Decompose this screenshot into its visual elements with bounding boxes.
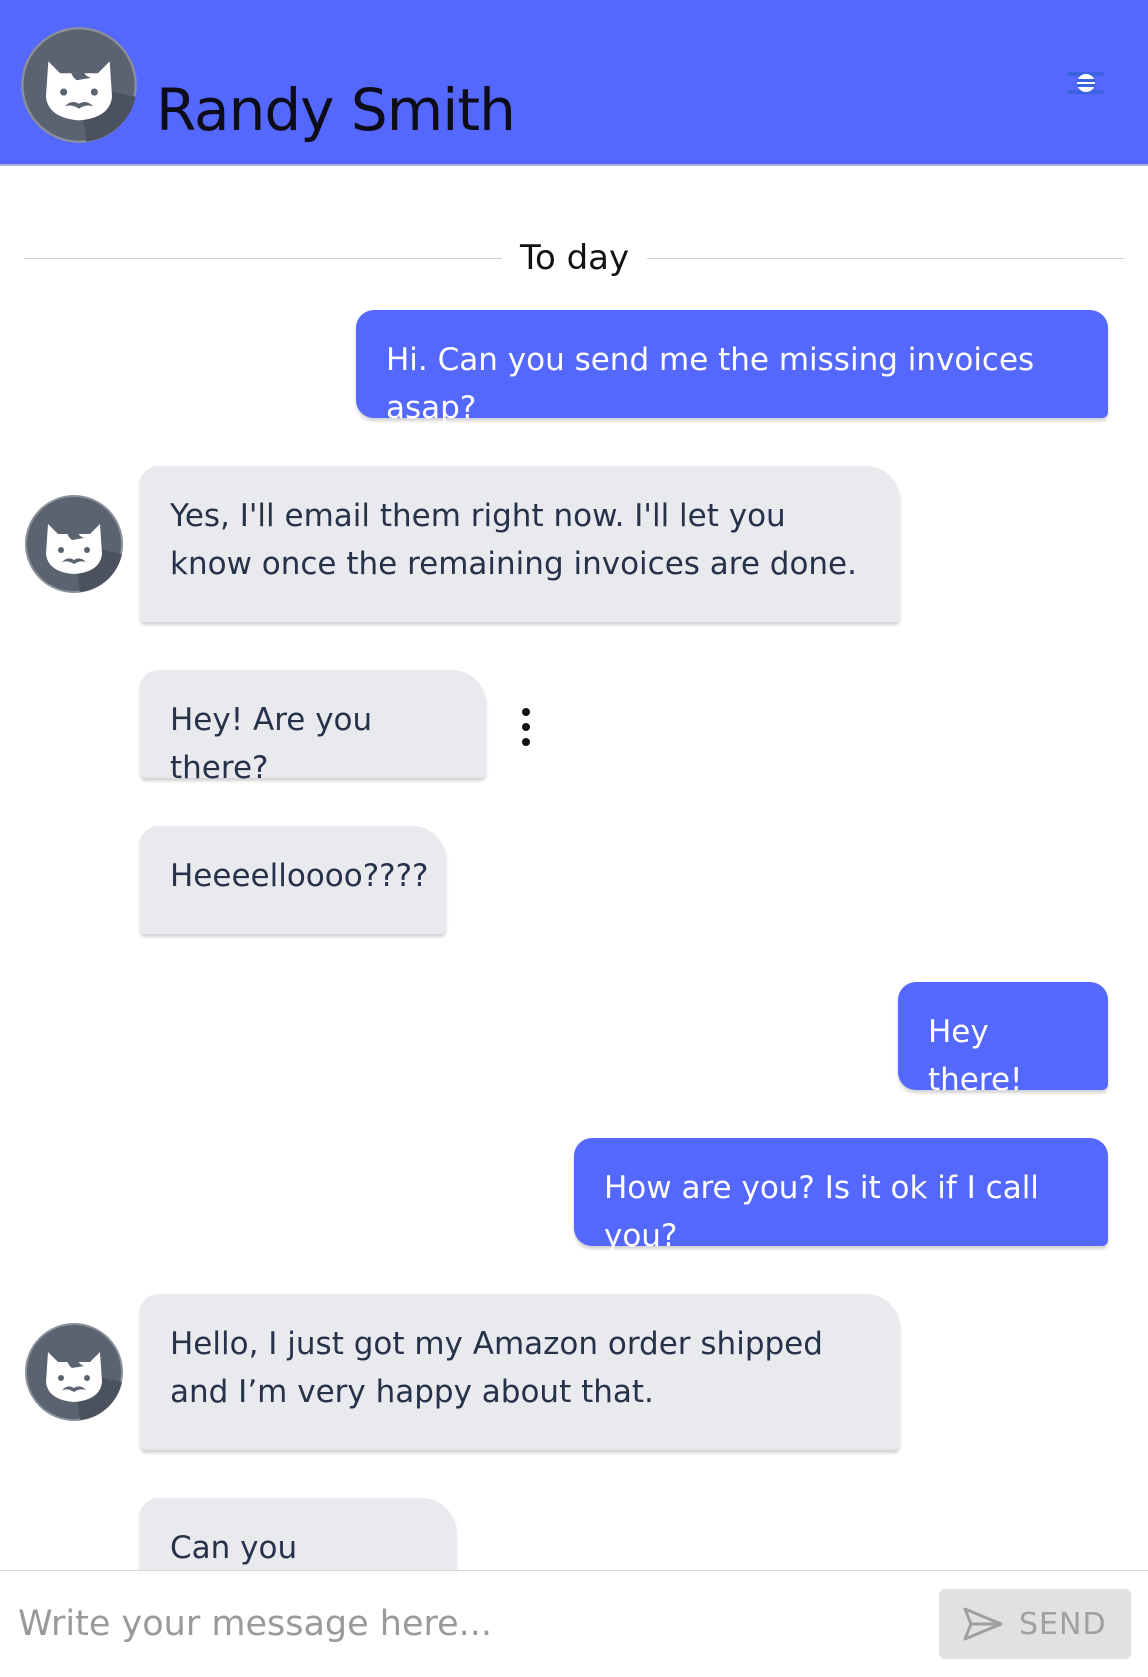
paper-plane-icon — [963, 1607, 1003, 1641]
message-composer: SEND — [0, 1570, 1148, 1677]
contact-avatar-small[interactable] — [24, 1322, 124, 1422]
incoming-message[interactable]: Can you confirm? — [140, 1498, 456, 1570]
more-options-icon[interactable] — [516, 708, 536, 748]
contact-avatar-small[interactable] — [24, 494, 124, 594]
contact-name: Randy Smith — [156, 76, 516, 144]
send-button[interactable]: SEND — [939, 1589, 1131, 1659]
hamburger-menu-icon[interactable] — [1068, 70, 1104, 96]
chat-header: Randy Smith — [0, 0, 1148, 166]
contact-avatar[interactable] — [20, 26, 138, 144]
message-list[interactable]: To day Hi. Can you send me the missing i… — [0, 168, 1148, 1570]
incoming-message[interactable]: Yes, I'll email them right now. I'll let… — [140, 466, 900, 622]
outgoing-message[interactable]: Hey there! — [898, 982, 1108, 1098]
outgoing-message[interactable]: Hi. Can you send me the missing invoices… — [356, 310, 1108, 426]
outgoing-message[interactable]: How are you? Is it ok if I call you? — [574, 1138, 1108, 1254]
incoming-message[interactable]: Heeeelloooo???? — [140, 826, 446, 934]
incoming-message[interactable]: Hey! Are you there? — [140, 670, 486, 786]
incoming-message[interactable]: Hello, I just got my Amazon order shippe… — [140, 1294, 900, 1450]
message-input[interactable] — [16, 1595, 920, 1653]
date-divider-label: To day — [502, 238, 648, 278]
send-label: SEND — [1019, 1607, 1107, 1642]
